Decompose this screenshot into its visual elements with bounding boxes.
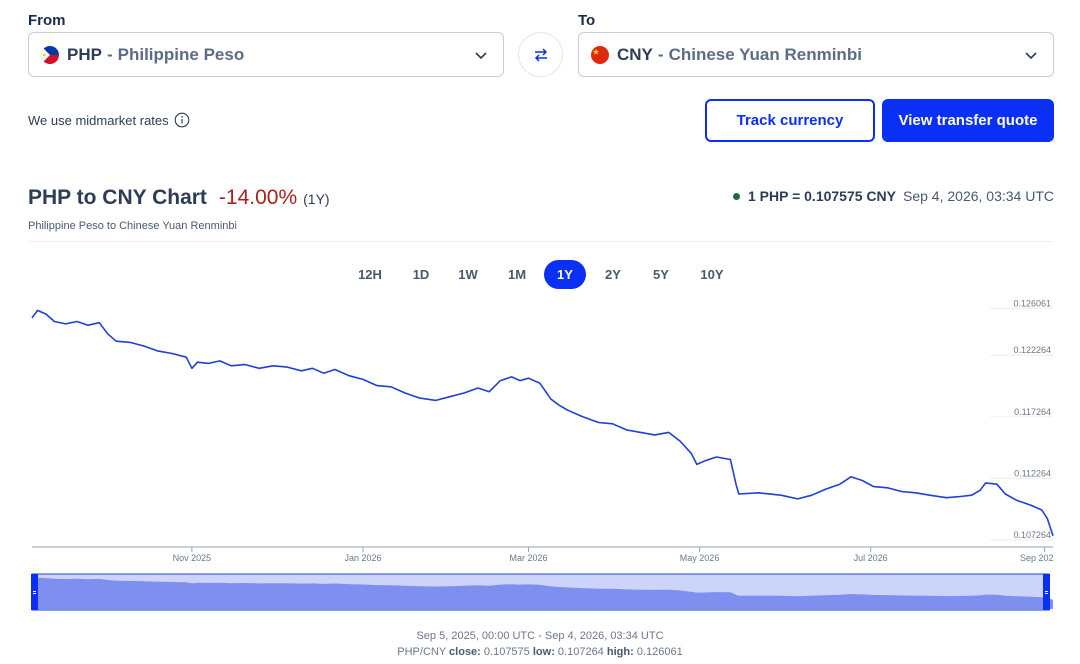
x-tick-label: Jan 2026 — [344, 553, 381, 563]
high-label: high: — [606, 646, 634, 658]
midmarket-note: We use midmarket rates — [28, 112, 190, 128]
change-period: (1Y) — [303, 191, 330, 207]
footer-range: Sep 5, 2025, 00:00 UTC - Sep 4, 2026, 03… — [416, 630, 664, 642]
x-tick-label: May 2026 — [680, 553, 720, 563]
from-currency-code: PHP — [67, 44, 102, 64]
view-transfer-quote-button[interactable]: View transfer quote — [882, 99, 1054, 142]
range-navigator[interactable] — [31, 573, 1053, 611]
period-1y[interactable]: 1Y — [544, 260, 586, 289]
from-currency-name: Philippine Peso — [117, 44, 245, 64]
chart-subtitle: Philippine Peso to Chinese Yuan Renminbi — [28, 220, 237, 232]
change-percent: -14.00% — [218, 186, 298, 209]
low-label: low: — [532, 646, 555, 658]
rate-value: 1 PHP = 0.107575 CNY — [747, 188, 896, 204]
swap-arrows-icon — [534, 47, 547, 62]
y-tick-label: 0.107264 — [1013, 530, 1051, 540]
close-label: close: — [449, 646, 481, 658]
info-icon[interactable] — [174, 112, 190, 128]
x-tick-label: Sep 202 — [1020, 553, 1054, 563]
y-tick-label: 0.117264 — [1014, 407, 1051, 417]
period-12h[interactable]: 12H — [349, 260, 391, 289]
footer-pair: PHP/CNY — [397, 646, 446, 658]
chart-title: PHP to CNY Chart -14.00% (1Y) — [28, 186, 330, 210]
y-tick-label: 0.126061 — [1013, 298, 1051, 308]
high-value: 0.126061 — [636, 646, 683, 658]
midmarket-text: We use midmarket rates — [28, 112, 169, 128]
x-tick-label: Mar 2026 — [509, 553, 547, 563]
rate-timestamp: Sep 4, 2026, 03:34 UTC — [903, 188, 1054, 204]
to-currency-separator: - — [657, 44, 664, 64]
china-flag-icon — [591, 45, 609, 64]
grip-icon — [1045, 593, 1048, 594]
to-currency-select[interactable]: CNY - Chinese Yuan Renminbi — [578, 32, 1054, 77]
x-tick-label: Nov 2025 — [173, 553, 212, 563]
swap-currencies-button[interactable] — [518, 32, 563, 77]
grip-icon — [33, 593, 36, 594]
live-dot-icon — [732, 192, 740, 200]
to-currency-code: CNY — [617, 44, 653, 64]
low-value: 0.107264 — [557, 646, 604, 658]
from-currency-separator: - — [106, 44, 113, 64]
y-tick-label: 0.112264 — [1014, 468, 1051, 478]
period-5y[interactable]: 5Y — [641, 260, 681, 289]
philippines-flag-icon — [41, 45, 59, 64]
close-value: 0.107575 — [483, 646, 530, 658]
footer-stats: PHP/CNY close: 0.107575 low: 0.107264 hi… — [0, 646, 1080, 658]
divider — [28, 241, 1053, 242]
period-1d[interactable]: 1D — [401, 260, 441, 289]
to-label: To — [578, 12, 596, 29]
chevron-down-icon — [475, 52, 487, 60]
grip-icon — [1045, 591, 1048, 592]
to-currency-name: Chinese Yuan Renminbi — [668, 44, 862, 64]
chevron-down-icon — [1025, 52, 1037, 60]
grip-icon — [33, 591, 36, 592]
period-10y[interactable]: 10Y — [690, 260, 734, 289]
period-1m[interactable]: 1M — [497, 260, 537, 289]
period-2y[interactable]: 2Y — [593, 260, 633, 289]
period-selector: 12H 1D 1W 1M 1Y 2Y 5Y 10Y — [0, 260, 1080, 290]
rate-line — [31, 309, 1054, 537]
y-tick-label: 0.122264 — [1013, 345, 1051, 355]
chart-title-text: PHP to CNY Chart — [28, 186, 207, 209]
period-1w[interactable]: 1W — [448, 260, 488, 289]
rate-chart[interactable]: 0.126061 0.122264 0.117264 0.112264 0.107264… — [0, 295, 1080, 620]
x-tick-label: Jul 2026 — [854, 553, 888, 563]
current-rate: 1 PHP = 0.107575 CNY Sep 4, 2026, 03:34 … — [732, 188, 1054, 204]
track-currency-button[interactable]: Track currency — [705, 99, 875, 142]
from-currency-select[interactable]: PHP - Philippine Peso — [28, 32, 504, 77]
from-label: From — [28, 12, 66, 29]
